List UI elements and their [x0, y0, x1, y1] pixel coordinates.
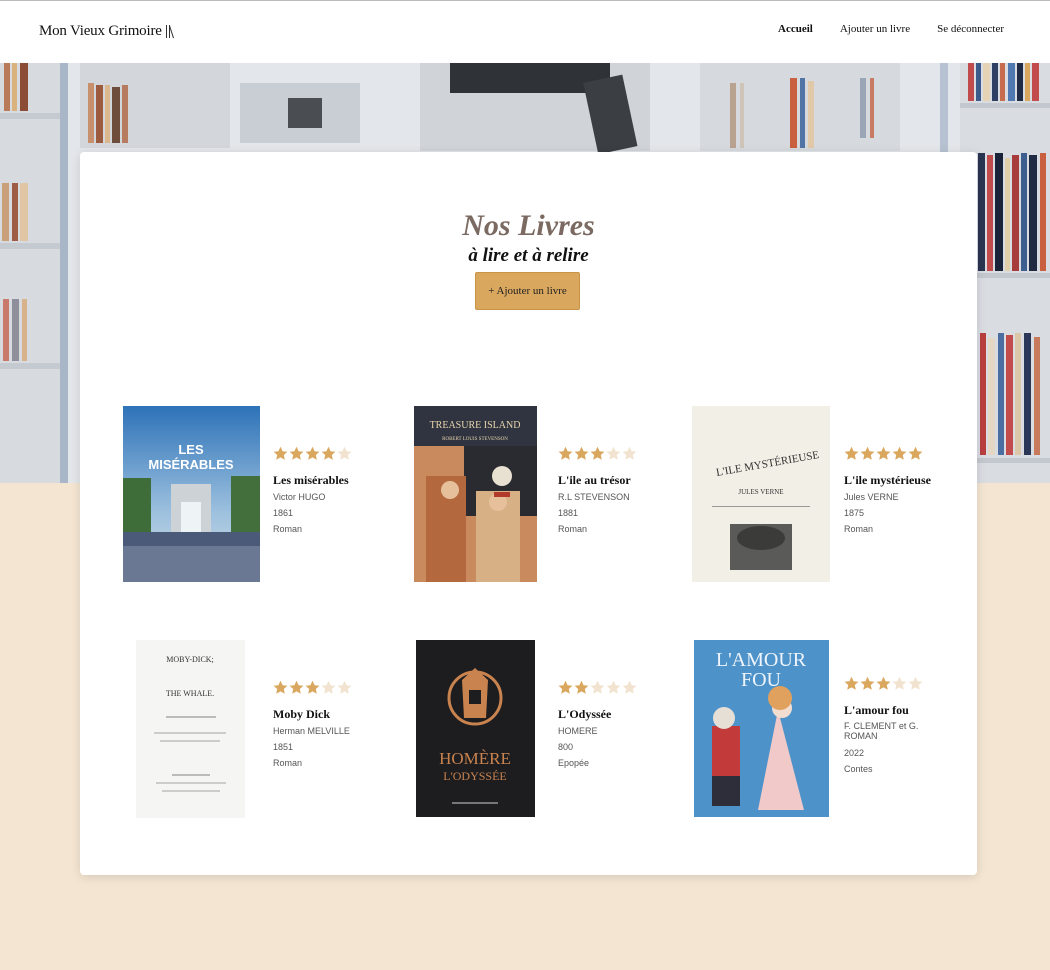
book-author: Jules VERNE — [844, 492, 899, 502]
book-genre: Roman — [558, 524, 588, 534]
book-author: R.L STEVENSON — [558, 492, 630, 502]
book-card[interactable]: HOMÈRE L'ODYSSÉE L'Odyssée HOMERE 800 Ep… — [416, 640, 666, 820]
star-filled-icon — [305, 680, 320, 694]
book-year: 1881 — [558, 508, 579, 518]
star-filled-icon — [574, 680, 589, 694]
star-filled-icon — [289, 446, 304, 460]
rating-stars — [273, 446, 352, 461]
book-card[interactable]: TREASURE ISLAND ROBERT LOUIS STEVENSON L… — [414, 406, 674, 584]
book-title[interactable]: Les misérables — [273, 473, 349, 488]
cover-title-line: JULES VERNE — [738, 488, 783, 496]
top-navigation-bar: Mon Vieux Grimoire Accueil Ajouter un li… — [0, 0, 1050, 63]
nav-link-logout[interactable]: Se déconnecter — [937, 23, 1004, 35]
book-year: 2022 — [844, 748, 865, 758]
book-card[interactable]: L'AMOUR FOU L'amour fou F. CLEMENT et G.… — [694, 640, 964, 820]
book-author: Herman MELVILLE — [273, 726, 350, 736]
star-filled-icon — [860, 676, 875, 690]
star-filled-icon — [844, 676, 859, 690]
star-filled-icon — [558, 446, 573, 460]
book-genre: Roman — [844, 524, 874, 534]
star-empty-icon — [606, 446, 621, 460]
star-filled-icon — [860, 446, 875, 460]
cover-title-line: MISÉRABLES — [148, 457, 234, 472]
star-empty-icon — [337, 680, 352, 694]
books-card: Nos Livres à lire et à relire + Ajouter … — [80, 152, 977, 875]
rating-stars — [273, 680, 352, 695]
star-filled-icon — [273, 680, 288, 694]
book-cover-image[interactable]: LES MISÉRABLES — [123, 406, 260, 582]
add-book-button[interactable]: + Ajouter un livre — [475, 272, 580, 310]
cover-title-line: L'AMOUR — [716, 649, 807, 671]
book-cover-image[interactable]: L'ILE MYSTÉRIEUSE JULES VERNE — [692, 406, 830, 582]
cover-title-line: MOBY-DICK; — [166, 655, 214, 664]
book-title[interactable]: Moby Dick — [273, 707, 330, 722]
book-title[interactable]: L'ile au trésor — [558, 473, 631, 488]
book-author: Victor HUGO — [273, 492, 326, 502]
book-card[interactable]: L'ILE MYSTÉRIEUSE JULES VERNE L'ile myst… — [692, 406, 962, 584]
star-empty-icon — [337, 446, 352, 460]
book-genre: Contes — [844, 764, 873, 774]
book-cover-image[interactable]: L'AMOUR FOU — [694, 640, 829, 817]
rating-stars — [844, 676, 923, 691]
star-filled-icon — [289, 680, 304, 694]
book-year: 800 — [558, 742, 574, 752]
book-author: HOMERE — [558, 726, 598, 736]
cover-title-line: HOMÈRE — [439, 749, 511, 768]
star-empty-icon — [622, 680, 637, 694]
page-subtitle: à lire et à relire — [468, 245, 589, 266]
star-empty-icon — [622, 446, 637, 460]
star-filled-icon — [876, 446, 891, 460]
rating-stars — [558, 680, 637, 695]
main-nav: Accueil Ajouter un livre Se déconnecter — [778, 23, 1004, 35]
book-cover-image[interactable]: TREASURE ISLAND ROBERT LOUIS STEVENSON — [414, 406, 537, 582]
rating-stars — [844, 446, 923, 461]
star-empty-icon — [606, 680, 621, 694]
book-author: F. CLEMENT et G. ROMAN — [844, 721, 919, 741]
star-filled-icon — [558, 680, 573, 694]
book-card[interactable]: MOBY-DICK; THE WHALE. Moby Dick Herman M… — [136, 640, 386, 820]
book-genre: Roman — [273, 758, 303, 768]
cover-title-line: TREASURE ISLAND — [430, 420, 521, 431]
star-empty-icon — [892, 676, 907, 690]
cover-title-line: ROBERT LOUIS STEVENSON — [442, 437, 508, 442]
book-title[interactable]: L'ile mystérieuse — [844, 473, 931, 488]
book-year: 1851 — [273, 742, 294, 752]
star-filled-icon — [273, 446, 288, 460]
book-year: 1861 — [273, 508, 294, 518]
book-genre: Epopée — [558, 758, 590, 768]
nav-link-add-book[interactable]: Ajouter un livre — [840, 23, 910, 35]
book-title[interactable]: L'Odyssée — [558, 707, 611, 722]
nav-link-accueil[interactable]: Accueil — [778, 23, 813, 35]
book-year: 1875 — [844, 508, 865, 518]
logo-text: Mon Vieux Grimoire — [39, 23, 162, 39]
star-filled-icon — [590, 446, 605, 460]
star-filled-icon — [908, 446, 923, 460]
cover-title-line: THE WHALE. — [166, 689, 214, 698]
cover-title-line: L'ODYSSÉE — [443, 769, 507, 783]
book-genre: Roman — [273, 524, 303, 534]
book-cover-image[interactable]: MOBY-DICK; THE WHALE. — [136, 640, 245, 818]
star-filled-icon — [844, 446, 859, 460]
star-filled-icon — [876, 676, 891, 690]
book-cover-image[interactable]: HOMÈRE L'ODYSSÉE — [416, 640, 535, 817]
book-card[interactable]: LES MISÉRABLES Les misérables Victor HUG… — [123, 406, 383, 584]
site-logo[interactable]: Mon Vieux Grimoire — [39, 23, 177, 40]
star-empty-icon — [321, 680, 336, 694]
cover-title-line: LES — [178, 442, 204, 457]
star-filled-icon — [574, 446, 589, 460]
star-filled-icon — [321, 446, 336, 460]
book-title[interactable]: L'amour fou — [844, 703, 909, 718]
star-empty-icon — [590, 680, 605, 694]
rating-stars — [558, 446, 637, 461]
logo-books-icon — [165, 25, 177, 39]
page-title: Nos Livres — [462, 209, 595, 242]
star-filled-icon — [892, 446, 907, 460]
star-filled-icon — [305, 446, 320, 460]
star-empty-icon — [908, 676, 923, 690]
